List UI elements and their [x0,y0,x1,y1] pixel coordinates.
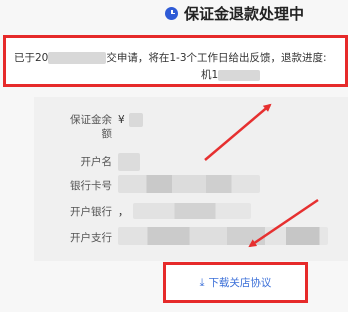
redacted-account-name [118,153,140,171]
redacted-bank-name [132,203,251,219]
redacted-amount [128,113,143,127]
deposit-balance-label-line1: 保证金余 [70,114,112,126]
download-icon: ⤓ [199,275,205,289]
redacted-branch-name [118,227,328,245]
account-details-card: 保证金余 额 ¥ 开户名 银行卡号 开户银行 ， 开户支行 [34,97,348,261]
notice-highlight-box: 已于20 交申请，将在1-3个工作日给出反馈，退款进度: 机1 [3,35,348,87]
redacted-card-number [118,175,260,193]
deposit-balance-currency: ¥ [118,114,125,126]
notice-line2-prefix: 机1 [201,69,219,81]
notice-text-middle: 交申请，将在1-3个工作日给出反馈，退款进度: [106,52,327,64]
branch-value [118,227,328,245]
card-number-value [118,175,260,193]
deposit-balance-label: 保证金余 额 [34,113,112,141]
deposit-balance-value: ¥ [118,113,143,127]
page-title: 保证金退款处理中 [165,2,304,24]
account-name-label: 开户名 [80,156,113,168]
redacted-phone [218,69,261,81]
deposit-balance-label-line2: 额 [101,128,113,140]
card-number-label: 银行卡号 [70,180,112,192]
bank-value: ， [118,203,251,219]
download-agreement-label: 下载关店协议 [208,277,272,289]
notice-text: 已于20 交申请，将在1-3个工作日给出反馈，退款进度: [14,51,345,66]
clock-icon [165,6,178,20]
branch-label: 开户支行 [70,232,112,244]
notice-line2: 机1 [201,67,261,82]
download-agreement-button[interactable]: ⤓ 下载关店协议 [163,262,308,303]
page-title-text: 保证金退款处理中 [184,4,305,23]
bank-label: 开户银行 [70,206,112,218]
refund-status-page: 保证金退款处理中 已于20 交申请，将在1-3个工作日给出反馈，退款进度: 机1 … [0,0,348,312]
bank-value-prefix: ， [118,205,129,218]
account-name-value [118,153,140,171]
notice-text-prefix: 已于20 [14,52,49,64]
redacted-date [48,52,107,64]
